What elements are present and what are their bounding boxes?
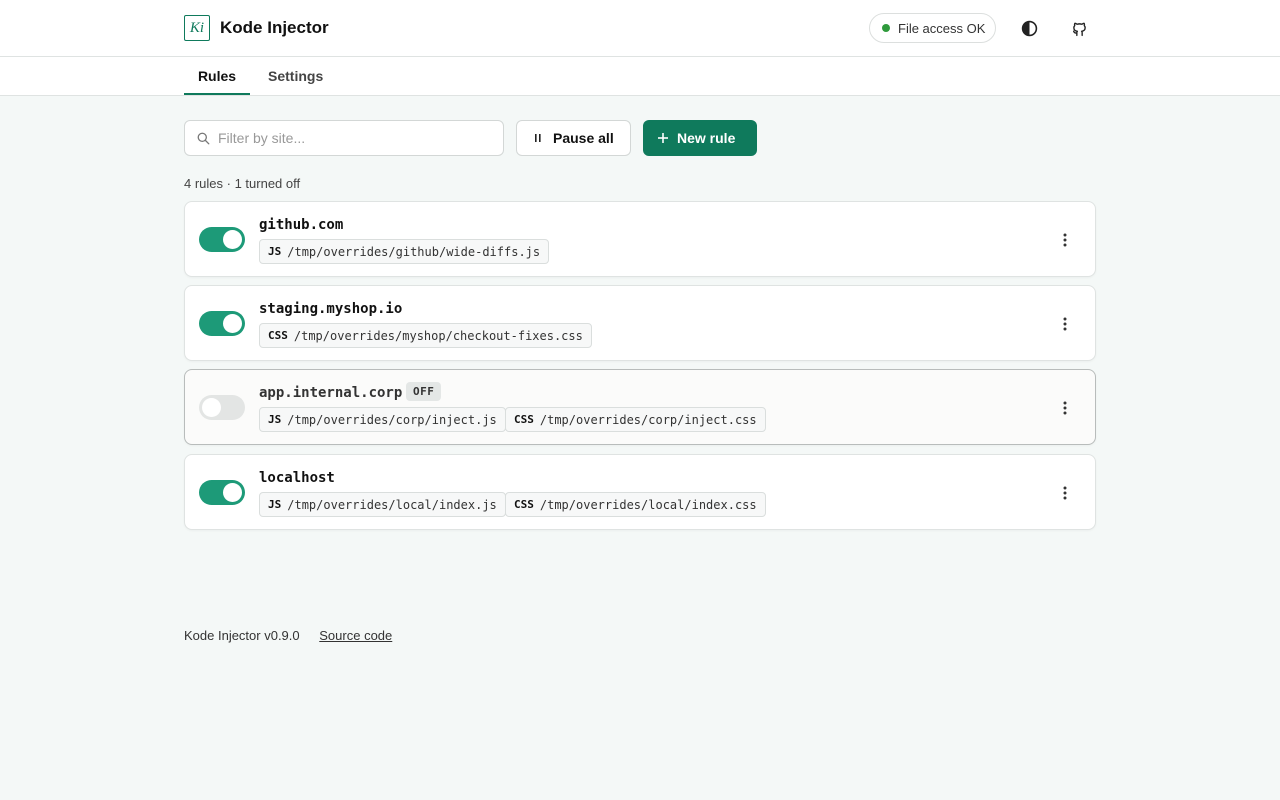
version-label: Kode Injector v0.9.0 (184, 628, 300, 643)
status-label: File access OK (898, 20, 986, 36)
file-chip[interactable]: JS /tmp/overrides/corp/inject.js (259, 407, 506, 432)
rules-summary: 4 rules · 1 turned off (184, 176, 301, 191)
file-kind: CSS (514, 498, 534, 511)
file-path: /tmp/overrides/myshop/checkout-fixes.css (293, 328, 583, 343)
new-rule-label: New rule (677, 130, 736, 146)
rule-host: localhost (259, 470, 335, 486)
tab-settings[interactable]: Settings (268, 57, 323, 95)
github-link-button[interactable] (1067, 16, 1091, 40)
top-bar: Ki Kode Injector File access OK (0, 0, 1280, 57)
new-rule-button[interactable]: New rule (643, 120, 757, 156)
file-chip[interactable]: CSS /tmp/overrides/myshop/checkout-fixes… (259, 323, 592, 348)
file-chip[interactable]: JS /tmp/overrides/github/wide-diffs.js (259, 239, 550, 264)
off-badge: OFF (406, 382, 442, 401)
source-code-link[interactable]: Source code (319, 628, 392, 643)
more-vertical-icon (1063, 401, 1067, 415)
file-chip[interactable]: CSS /tmp/overrides/local/index.css (505, 492, 766, 517)
toggle-knob (202, 398, 221, 417)
rule-menu-button[interactable] (1055, 228, 1075, 252)
file-path: /tmp/overrides/local/index.css (539, 497, 757, 512)
more-vertical-icon (1063, 233, 1067, 247)
rule-card: localhost JS /tmp/overrides/local/index.… (184, 454, 1096, 530)
plus-icon (658, 133, 668, 143)
github-icon (1072, 22, 1086, 36)
file-kind: JS (268, 498, 282, 511)
file-kind: CSS (514, 413, 534, 426)
toggle-knob (223, 314, 242, 333)
rule-menu-button[interactable] (1055, 312, 1075, 336)
file-path: /tmp/overrides/corp/inject.js (287, 412, 497, 427)
file-path: /tmp/overrides/corp/inject.css (539, 412, 757, 427)
theme-toggle-button[interactable] (1017, 16, 1041, 40)
search-input[interactable] (218, 130, 488, 146)
file-kind: JS (268, 413, 282, 426)
rule-host: staging.myshop.io (259, 301, 403, 317)
rule-host: github.com (259, 217, 344, 233)
more-vertical-icon (1063, 317, 1067, 331)
tab-bar: Rules Settings (0, 57, 1280, 96)
rule-host: app.internal.corp (259, 385, 403, 401)
search-icon (197, 132, 210, 144)
rule-card: app.internal.corp OFF JS /tmp/overrides/… (184, 369, 1096, 445)
file-chip[interactable]: JS /tmp/overrides/local/index.js (259, 492, 506, 517)
toggle-knob (223, 483, 242, 502)
file-access-status[interactable]: File access OK (869, 13, 996, 43)
file-kind: CSS (268, 329, 288, 342)
file-path: /tmp/overrides/github/wide-diffs.js (287, 244, 541, 259)
rule-enabled-toggle[interactable] (199, 480, 245, 505)
pause-icon (535, 134, 541, 142)
tab-rules[interactable]: Rules (184, 57, 250, 95)
rule-menu-button[interactable] (1055, 481, 1075, 505)
rule-enabled-toggle[interactable] (199, 311, 245, 336)
contrast-icon (1021, 20, 1037, 36)
more-vertical-icon (1063, 486, 1067, 500)
rule-enabled-toggle[interactable] (199, 227, 245, 252)
pause-all-label: Pause all (553, 130, 614, 146)
footer: Kode Injector v0.9.0 Source code (184, 628, 392, 643)
search-box[interactable] (184, 120, 504, 156)
rule-menu-button[interactable] (1055, 396, 1075, 420)
app-title: Kode Injector (220, 18, 329, 37)
rule-card: staging.myshop.io CSS /tmp/overrides/mys… (184, 285, 1096, 361)
rule-card: github.com JS /tmp/overrides/github/wide… (184, 201, 1096, 277)
status-dot-icon (882, 24, 890, 32)
rule-enabled-toggle[interactable] (199, 395, 245, 420)
pause-all-button[interactable]: Pause all (516, 120, 631, 156)
file-chip[interactable]: CSS /tmp/overrides/corp/inject.css (505, 407, 766, 432)
file-kind: JS (268, 245, 282, 258)
file-path: /tmp/overrides/local/index.js (287, 497, 497, 512)
toggle-knob (223, 230, 242, 249)
app-logo: Ki (184, 15, 210, 41)
